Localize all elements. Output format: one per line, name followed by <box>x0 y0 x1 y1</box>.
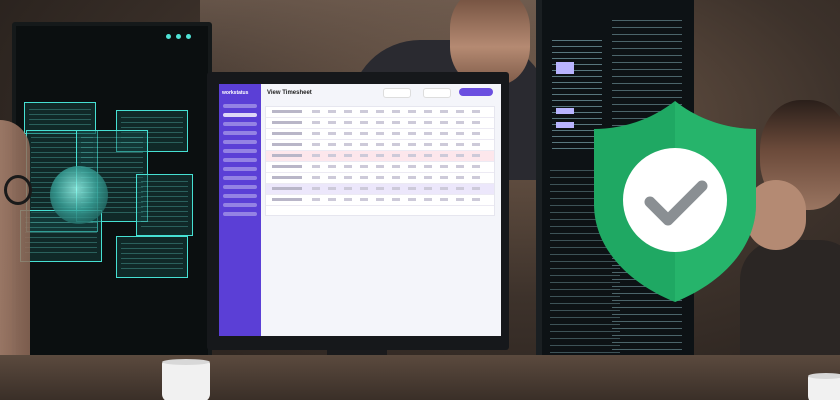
desk <box>0 355 840 400</box>
table-row[interactable] <box>266 118 494 129</box>
monitor-led <box>186 34 191 39</box>
table-header-row <box>266 107 494 118</box>
sidebar-item[interactable] <box>223 104 257 108</box>
hud-panel <box>116 236 188 278</box>
add-time-button[interactable] <box>459 88 493 96</box>
table-row[interactable] <box>266 140 494 151</box>
monitor-led <box>166 34 171 39</box>
sidebar-item[interactable] <box>223 185 257 189</box>
code-highlight <box>556 68 574 74</box>
app-logo: workstatus <box>222 90 249 96</box>
code-highlight <box>556 108 574 114</box>
app-main: View Timesheet <box>261 84 501 336</box>
sidebar-item[interactable] <box>223 194 257 198</box>
sidebar-item[interactable] <box>223 149 257 153</box>
sidebar-item[interactable] <box>223 158 257 162</box>
glasses <box>4 175 32 205</box>
shield-svg <box>594 101 756 302</box>
table-row[interactable] <box>266 173 494 184</box>
table-row[interactable] <box>266 195 494 206</box>
code-highlight <box>556 122 574 128</box>
sidebar-item[interactable] <box>223 122 257 126</box>
filter-dropdown[interactable] <box>383 88 411 98</box>
sidebar-item-active[interactable] <box>223 113 257 117</box>
table-row[interactable] <box>266 184 494 195</box>
coffee-cup <box>162 359 210 400</box>
center-monitor: workstatus View Timesheet <box>207 72 509 400</box>
hud-panel <box>136 174 193 236</box>
sidebar-item[interactable] <box>223 140 257 144</box>
sidebar-item[interactable] <box>223 131 257 135</box>
timesheet-app-screen: workstatus View Timesheet <box>219 84 501 336</box>
shield-check-icon <box>590 99 760 304</box>
coffee-cup <box>808 373 840 400</box>
office-photo: workstatus View Timesheet <box>0 0 840 400</box>
sidebar-item[interactable] <box>223 167 257 171</box>
monitor-led <box>176 34 181 39</box>
table-row[interactable] <box>266 151 494 162</box>
sidebar-item[interactable] <box>223 203 257 207</box>
table-row[interactable] <box>266 129 494 140</box>
sidebar-item[interactable] <box>223 212 257 216</box>
app-sidebar: workstatus <box>219 84 261 336</box>
date-dropdown[interactable] <box>423 88 451 98</box>
hologram-globe <box>50 166 108 224</box>
left-monitor <box>12 22 212 392</box>
table-row[interactable] <box>266 162 494 173</box>
sidebar-item[interactable] <box>223 176 257 180</box>
check-circle <box>623 148 727 252</box>
timesheet-table <box>265 106 495 216</box>
